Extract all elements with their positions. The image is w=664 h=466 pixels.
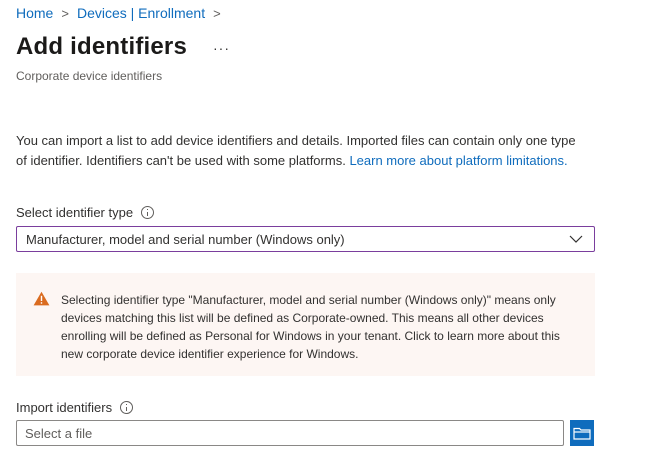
chevron-right-icon: > — [213, 5, 221, 21]
chevron-right-icon: > — [61, 5, 69, 21]
title-row: Add identifiers ··· — [16, 33, 230, 61]
identifier-type-dropdown[interactable]: Manufacturer, model and serial number (W… — [16, 226, 595, 252]
select-file-input[interactable] — [16, 420, 564, 446]
import-identifiers-label-text: Import identifiers — [16, 400, 113, 415]
page-subtitle: Corporate device identifiers — [16, 69, 163, 83]
warning-text: Selecting identifier type "Manufacturer,… — [61, 293, 560, 361]
folder-icon — [573, 427, 591, 440]
info-icon[interactable] — [141, 206, 155, 219]
file-select-row — [16, 420, 594, 446]
identifier-type-label: Select identifier type — [16, 205, 155, 220]
import-identifiers-label: Import identifiers — [16, 400, 134, 415]
identifier-type-label-text: Select identifier type — [16, 205, 134, 220]
breadcrumb-home[interactable]: Home — [16, 5, 53, 21]
page-title: Add identifiers — [16, 33, 188, 60]
identifier-type-selected: Manufacturer, model and serial number (W… — [26, 231, 345, 247]
breadcrumb: Home > Devices | Enrollment > — [16, 5, 229, 21]
browse-file-button[interactable] — [570, 420, 594, 446]
breadcrumb-devices-enrollment[interactable]: Devices | Enrollment — [77, 5, 205, 21]
info-icon[interactable] — [120, 401, 134, 414]
description-text: You can import a list to add device iden… — [16, 131, 586, 170]
chevron-down-icon — [569, 235, 583, 243]
warning-icon — [33, 291, 50, 306]
learn-more-platform-link[interactable]: Learn more about platform limitations. — [349, 153, 567, 168]
warning-message-bar[interactable]: Selecting identifier type "Manufacturer,… — [16, 273, 595, 376]
more-options-button[interactable]: ··· — [213, 40, 230, 56]
